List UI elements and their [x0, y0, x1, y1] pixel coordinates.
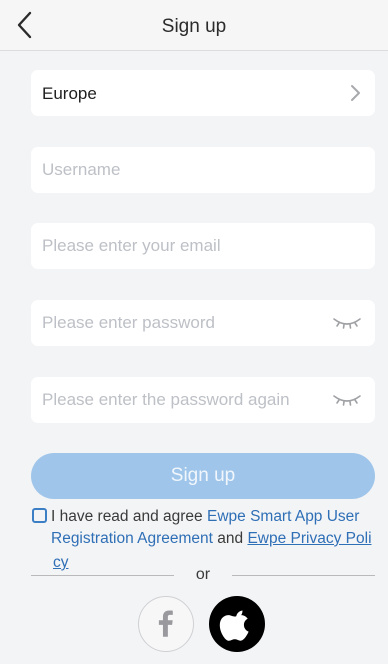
header-bar: Sign up	[0, 0, 388, 51]
email-field-container	[31, 223, 375, 269]
divider-line-left	[31, 575, 174, 576]
agreement-prefix: I have read and agree	[51, 508, 207, 525]
chevron-right-icon	[351, 85, 360, 101]
email-input[interactable]	[31, 223, 375, 269]
region-value: Europe	[42, 84, 97, 103]
divider-line-right	[232, 575, 375, 576]
username-field-container	[31, 147, 375, 193]
or-divider-text: or	[195, 566, 211, 583]
region-selector[interactable]: Europe	[31, 70, 375, 116]
signup-screen: Sign up Europe Username Please enter you…	[0, 0, 388, 664]
eye-closed-icon[interactable]	[331, 389, 363, 409]
agreement-text: I have read and agree Ewpe Smart App Use…	[51, 506, 379, 571]
password-field-container	[31, 300, 375, 346]
agreement-checkbox[interactable]	[32, 508, 47, 523]
facebook-icon	[158, 610, 173, 637]
confirm-password-field-container	[31, 377, 375, 423]
password-input[interactable]	[31, 300, 375, 346]
apple-login-button[interactable]	[209, 596, 265, 652]
facebook-login-button[interactable]	[138, 596, 194, 652]
confirm-password-input[interactable]	[31, 377, 375, 423]
privacy-policy-link[interactable]: Ewpe Privacy Poli	[247, 530, 371, 547]
eye-closed-icon[interactable]	[331, 312, 363, 332]
agreement-middle: and	[212, 530, 248, 547]
signup-button[interactable]: Sign up	[31, 453, 375, 499]
privacy-policy-link-tail[interactable]: cy	[53, 552, 69, 574]
page-title: Sign up	[161, 16, 227, 37]
username-input[interactable]	[31, 147, 375, 193]
apple-icon	[219, 610, 249, 641]
